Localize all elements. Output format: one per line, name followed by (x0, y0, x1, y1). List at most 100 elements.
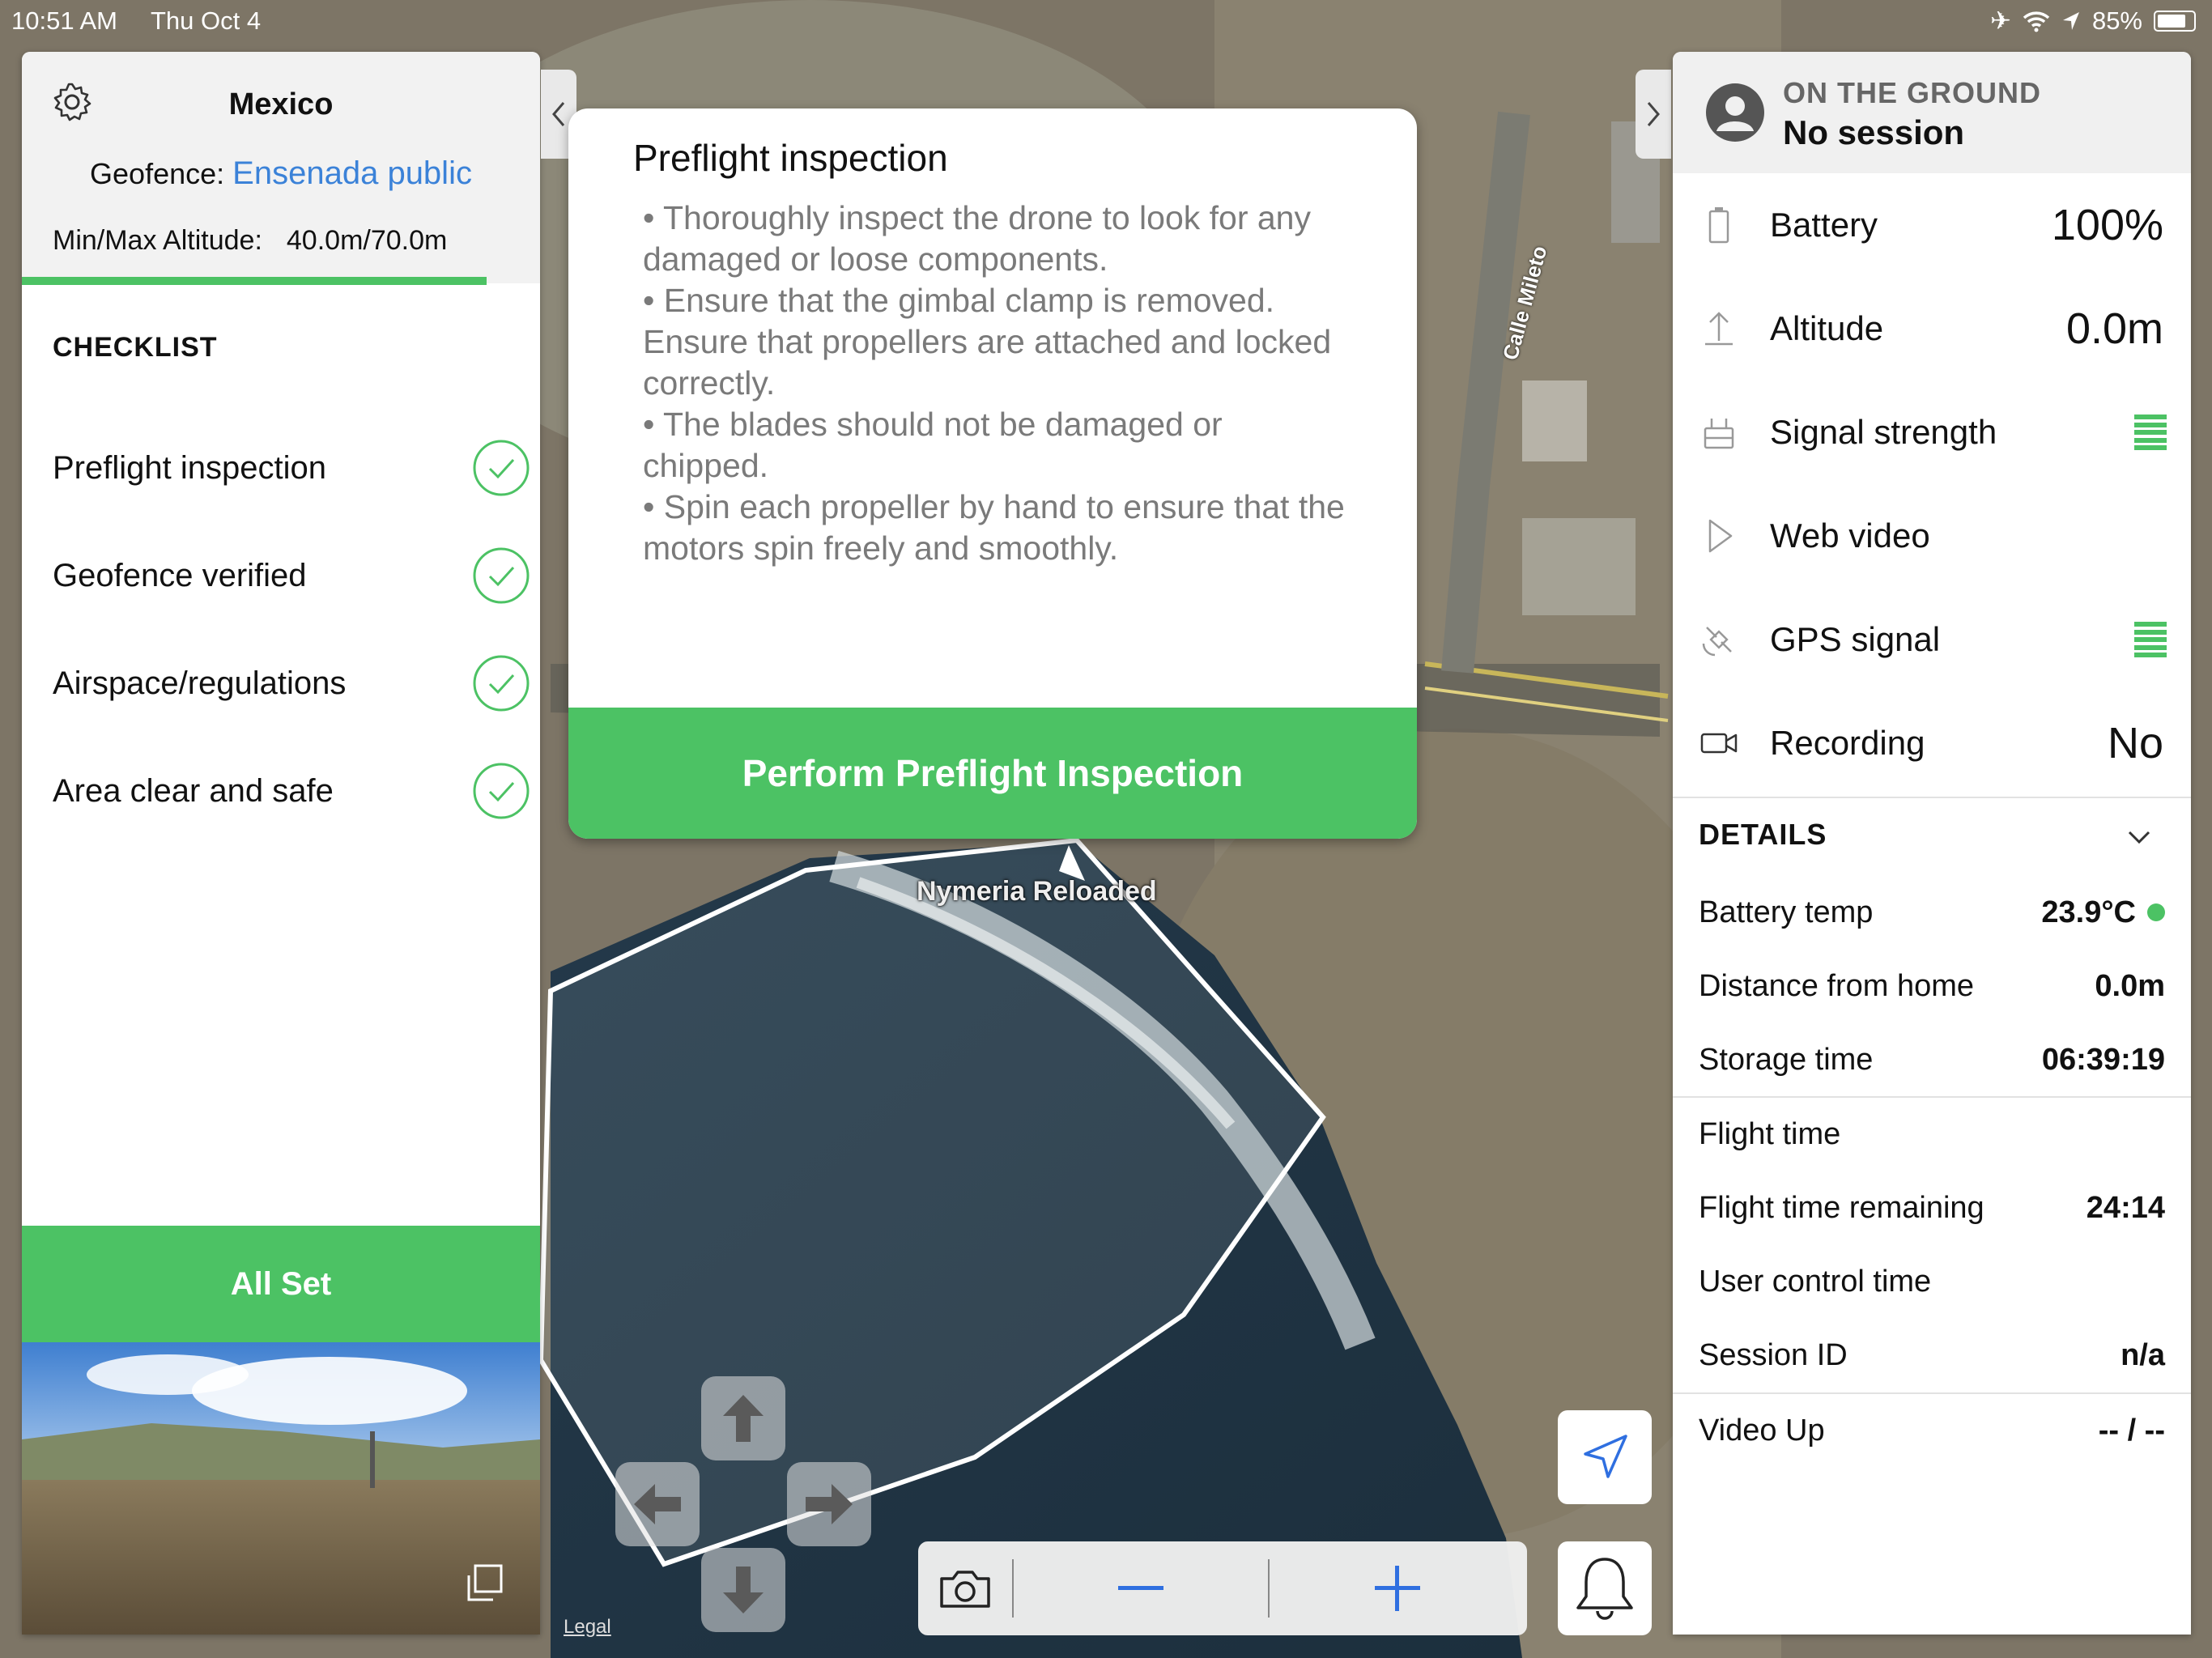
avatar[interactable] (1705, 83, 1765, 142)
stat-label: Altitude (1770, 309, 1884, 347)
checklist-item-label: Preflight inspection (53, 449, 326, 486)
check-circle-icon[interactable] (472, 654, 530, 712)
detail-value: 0.0m (2095, 968, 2165, 1003)
check-circle-icon[interactable] (472, 762, 530, 820)
location-title: Mexico (228, 87, 334, 121)
move-down-button[interactable] (701, 1548, 785, 1632)
session-status: No session (1783, 113, 1965, 151)
battery-icon (1708, 207, 1729, 244)
capture-photo-button[interactable] (918, 1567, 1012, 1609)
detail-value: 06:39:19 (2041, 1042, 2165, 1077)
detail-value: 23.9°C (2041, 895, 2136, 929)
checklist-item-area-clear[interactable]: Area clear and safe (53, 759, 530, 823)
expand-icon[interactable] (461, 1561, 508, 1608)
location-icon (2062, 12, 2079, 30)
checklist-item-airspace[interactable]: Airspace/regulations (53, 651, 530, 716)
detail-label: Distance from home (1699, 968, 1975, 1003)
modal-title: Preflight inspection (633, 137, 948, 179)
move-left-button[interactable] (615, 1462, 700, 1546)
play-icon (1708, 519, 1733, 553)
legal-link[interactable]: Legal (564, 1616, 611, 1639)
stat-signal-strength: Signal strength (1673, 380, 2191, 484)
modal-instructions: • Thoroughly inspect the drone to look f… (643, 198, 1355, 569)
detail-label: Session ID (1699, 1337, 1848, 1372)
mission-header: Mexico Geofence: Ensenada public Min/Max… (22, 52, 540, 285)
status-date: Thu Oct 4 (151, 6, 262, 35)
altitude-label: Min/Max Altitude: (53, 225, 262, 256)
airplane-icon: ✈ (1989, 6, 2011, 35)
stat-web-video[interactable]: Web video (1673, 484, 2191, 588)
detail-session-id: Session ID n/a (1699, 1319, 2165, 1392)
plus-icon (1375, 1566, 1420, 1611)
collapse-right-panel-button[interactable] (1636, 70, 1671, 159)
move-right-button[interactable] (787, 1462, 871, 1546)
checklist-item-preflight[interactable]: Preflight inspection (53, 436, 530, 500)
check-circle-icon[interactable] (472, 439, 530, 497)
chevron-right-icon (1647, 102, 1660, 126)
chevron-down-icon[interactable] (2123, 821, 2155, 853)
checklist-heading: CHECKLIST (53, 332, 218, 363)
detail-label: Storage time (1699, 1042, 1874, 1077)
stat-label: Battery (1770, 206, 1878, 244)
detail-battery-temp: Battery temp 23.9°C (1699, 876, 2165, 949)
detail-label: Battery temp (1699, 895, 1874, 929)
stat-recording: Recording No (1673, 691, 2191, 795)
detail-user-control-time: User control time (1699, 1245, 2165, 1318)
move-up-button[interactable] (701, 1376, 785, 1460)
altitude-icon (1705, 312, 1733, 346)
checklist-item-label: Airspace/regulations (53, 665, 347, 701)
geofence-link[interactable]: Ensenada public (232, 155, 472, 191)
drone-label[interactable]: Nymeria Reloaded (917, 876, 1157, 908)
stat-label: Web video (1770, 517, 1930, 555)
arrow-down-icon (723, 1567, 764, 1613)
stat-gps-signal: GPS signal (1673, 588, 2191, 691)
zoom-out-button[interactable] (1014, 1584, 1268, 1592)
detail-storage-time: Storage time 06:39:19 (1699, 1023, 2165, 1096)
stat-battery: Battery 100% (1673, 173, 2191, 277)
flight-state: ON THE GROUND (1783, 76, 2041, 109)
arrow-left-icon (634, 1484, 681, 1524)
checklist-progress-bar (22, 277, 487, 285)
instruction-line: • The blades should not be damaged or ch… (643, 406, 1223, 484)
stat-altitude: Altitude 0.0m (1673, 277, 2191, 380)
camera-icon (940, 1571, 990, 1608)
perform-preflight-button[interactable]: Perform Preflight Inspection (568, 708, 1417, 839)
battery-percent: 85% (2091, 6, 2142, 35)
arrow-up-icon (723, 1395, 764, 1442)
checklist-item-geofence[interactable]: Geofence verified (53, 543, 530, 608)
detail-flight-time: Flight time (1699, 1098, 2165, 1171)
stat-label: GPS signal (1770, 620, 1941, 658)
signal-icon (1704, 419, 1734, 449)
detail-label: Flight time remaining (1699, 1190, 1984, 1225)
geofence-label: Geofence: (90, 157, 225, 190)
navigation-arrow-icon (1584, 1435, 1627, 1478)
stat-label: Signal strength (1770, 413, 1997, 451)
mission-panel: Mexico Geofence: Ensenada public Min/Max… (22, 52, 540, 1635)
wifi-icon (2023, 11, 2050, 32)
notifications-button[interactable] (1558, 1541, 1652, 1635)
detail-value: 24:14 (2086, 1190, 2165, 1225)
instruction-line: • Thoroughly inspect the drone to look f… (643, 199, 1311, 278)
gps-bars (2134, 622, 2167, 657)
chevron-left-icon (552, 102, 565, 126)
geofence-row: Geofence: Ensenada public (22, 155, 540, 192)
detail-label: User control time (1699, 1264, 1932, 1299)
zoom-in-button[interactable] (1270, 1564, 1525, 1613)
altitude-value: 40.0m/70.0m (286, 225, 448, 256)
instruction-line: • Spin each propeller by hand to ensure … (643, 488, 1345, 567)
stat-label: Recording (1770, 724, 1925, 762)
status-dot (2147, 903, 2165, 921)
all-set-button[interactable]: All Set (22, 1226, 540, 1342)
battery-status-icon (2154, 11, 2196, 32)
checklist-item-label: Area clear and safe (53, 772, 334, 809)
check-circle-icon[interactable] (472, 546, 530, 605)
bell-icon (1576, 1558, 1633, 1620)
stat-value: No (2107, 719, 2163, 767)
preflight-modal: Preflight inspection • Thoroughly inspec… (568, 108, 1417, 839)
status-bar: 10:51 AM Thu Oct 4 ✈ 85% (0, 0, 2212, 44)
locate-me-button[interactable] (1558, 1410, 1652, 1504)
instruction-line: • Ensure that the gimbal clamp is remove… (643, 282, 1332, 402)
detail-value: -- / -- (2098, 1413, 2165, 1448)
arrow-right-icon (806, 1484, 853, 1524)
details-heading[interactable]: DETAILS (1699, 818, 1827, 852)
